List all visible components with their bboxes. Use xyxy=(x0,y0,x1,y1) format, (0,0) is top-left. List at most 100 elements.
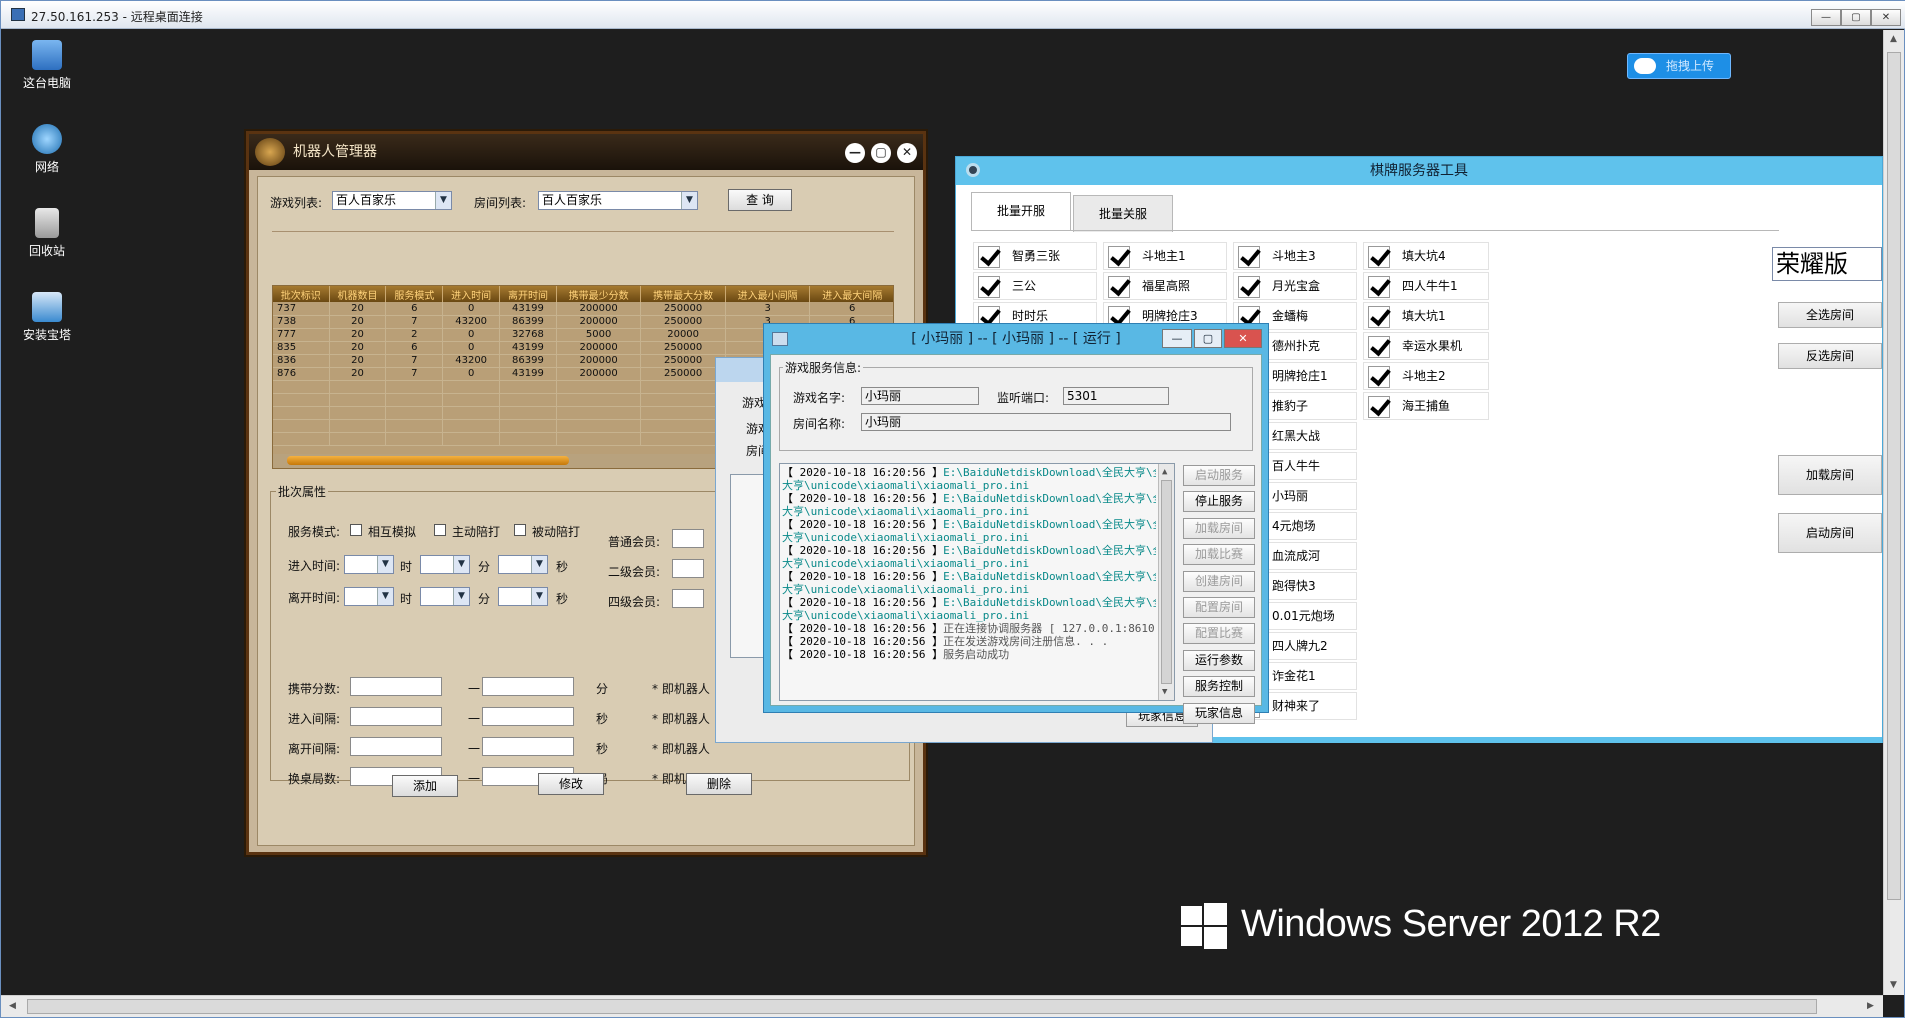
range-max-input[interactable] xyxy=(482,737,574,756)
game-checkbox-item[interactable]: 幸运水果机 xyxy=(1363,332,1489,360)
checkbox-checked-icon[interactable] xyxy=(1368,276,1390,298)
service-button-5[interactable]: 配置房间 xyxy=(1183,597,1255,618)
enter-minute-select[interactable]: ▼ xyxy=(420,555,470,574)
checkbox-checked-icon[interactable] xyxy=(1368,396,1390,418)
load-room-button[interactable]: 加载房间 xyxy=(1778,455,1882,495)
column-header[interactable]: 携带最大分数 xyxy=(640,286,726,302)
checkbox-checked-icon[interactable] xyxy=(978,246,1000,268)
rdp-vertical-scrollbar[interactable]: ▲ ▼ xyxy=(1883,30,1904,995)
minimize-button[interactable]: — xyxy=(1811,9,1841,26)
column-header[interactable]: 进入最小间隔 xyxy=(725,286,811,302)
checkbox-checked-icon[interactable] xyxy=(1108,246,1130,268)
delete-button[interactable]: 删除 xyxy=(686,773,752,795)
range-max-input[interactable] xyxy=(482,677,574,696)
service-button-8[interactable]: 服务控制 xyxy=(1183,676,1255,698)
game-checkbox-item[interactable]: 海王捕鱼 xyxy=(1363,392,1489,420)
column-header[interactable]: 进入时间 xyxy=(442,286,501,302)
checkbox-checked-icon[interactable] xyxy=(1108,276,1130,298)
baidu-upload-button[interactable]: 拖拽上传 xyxy=(1627,53,1731,79)
checkbox-checked-icon[interactable] xyxy=(1238,276,1260,298)
add-button[interactable]: 添加 xyxy=(392,775,458,797)
game-checkbox-item[interactable]: 四人牛牛1 xyxy=(1363,272,1489,300)
version-select[interactable]: 荣耀版 xyxy=(1772,247,1882,281)
rdp-horizontal-scrollbar[interactable]: ◀ ▶ xyxy=(1,995,1883,1017)
service-button-7[interactable]: 运行参数 xyxy=(1183,649,1255,671)
checkbox-checked-icon[interactable] xyxy=(1368,336,1390,358)
range-min-input[interactable] xyxy=(350,707,442,726)
column-header[interactable]: 服务模式 xyxy=(385,286,444,302)
scroll-thumb[interactable] xyxy=(1887,52,1901,900)
invert-select-button[interactable]: 反选房间 xyxy=(1778,343,1882,369)
query-button[interactable]: 查 询 xyxy=(728,189,792,211)
column-header[interactable]: 机器数目 xyxy=(329,286,387,302)
edit-button[interactable]: 修改 xyxy=(538,773,604,795)
service-button-6[interactable]: 配置比赛 xyxy=(1183,623,1255,645)
robot-minimize-button[interactable]: — xyxy=(845,143,865,163)
game-checkbox-item[interactable]: 三公 xyxy=(973,272,1097,300)
game-checkbox-item[interactable]: 智勇三张 xyxy=(973,242,1097,270)
game-checkbox-item[interactable]: 填大坑1 xyxy=(1363,302,1489,330)
checkbox-checked-icon[interactable] xyxy=(1368,306,1390,328)
service-button-2[interactable]: 加载房间 xyxy=(1183,517,1255,539)
checkbox-checked-icon[interactable] xyxy=(1238,246,1260,268)
checkbox-checked-icon[interactable] xyxy=(1368,246,1390,268)
range-min-input[interactable] xyxy=(350,677,442,696)
column-header[interactable]: 批次标识 xyxy=(273,286,330,302)
column-header[interactable]: 离开时间 xyxy=(499,286,557,302)
table-cell: 20 xyxy=(329,367,387,381)
column-header[interactable]: 携带最少分数 xyxy=(556,286,642,302)
leave-second-select[interactable]: ▼ xyxy=(498,587,548,606)
room-name-field[interactable]: 小玛丽 xyxy=(861,413,1231,431)
game-checkbox-item[interactable]: 月光宝盒 xyxy=(1233,272,1357,300)
checkbox-checked-icon[interactable] xyxy=(1368,366,1390,388)
normal-member-input[interactable] xyxy=(672,529,704,548)
dialog-close-button[interactable]: ✕ xyxy=(1224,329,1262,348)
level4-member-input[interactable] xyxy=(672,589,704,608)
range-min-input[interactable] xyxy=(350,737,442,756)
service-button-9[interactable]: 玩家信息 xyxy=(1183,702,1255,724)
range-max-input[interactable] xyxy=(482,707,574,726)
desktop-icon-network[interactable]: 网络 xyxy=(15,124,79,175)
level2-member-input[interactable] xyxy=(672,559,704,578)
desktop-icon-baota[interactable]: 安装宝塔 xyxy=(15,292,79,343)
table-row[interactable]: 737 20 6 0 43199 200000 250000 3 6 xyxy=(273,302,893,316)
log-scrollbar[interactable]: ▲ ▼ xyxy=(1158,464,1174,700)
service-log[interactable]: 【 2020-10-18 16:20:56 】E:\BaiduNetdiskDo… xyxy=(779,463,1175,701)
enter-hour-select[interactable]: ▼ xyxy=(344,555,394,574)
close-button[interactable]: ✕ xyxy=(1871,9,1901,26)
game-checkbox-item[interactable]: 斗地主1 xyxy=(1103,242,1227,270)
dialog-minimize-button[interactable]: — xyxy=(1162,329,1192,348)
column-header[interactable]: 进入最大间隔 xyxy=(809,286,893,302)
port-field[interactable]: 5301 xyxy=(1063,387,1169,405)
mode-checkbox-3[interactable] xyxy=(514,524,526,536)
robot-maximize-button[interactable]: ▢ xyxy=(871,143,891,163)
tab-batch-open[interactable]: 批量开服 xyxy=(971,192,1071,230)
game-checkbox-item[interactable]: 福星高照 xyxy=(1103,272,1227,300)
maximize-button[interactable]: ▢ xyxy=(1841,9,1871,26)
select-all-rooms-button[interactable]: 全选房间 xyxy=(1778,302,1882,328)
tab-batch-close[interactable]: 批量关服 xyxy=(1073,195,1173,232)
scroll-thumb[interactable] xyxy=(27,999,1817,1014)
desktop-icon-recycle-bin[interactable]: 回收站 xyxy=(15,208,79,259)
game-name-field[interactable]: 小玛丽 xyxy=(861,387,979,405)
dialog-maximize-button[interactable]: ▢ xyxy=(1194,329,1222,348)
start-room-button[interactable]: 启动房间 xyxy=(1778,513,1882,553)
game-list-select[interactable]: 百人百家乐 ▼ xyxy=(332,191,452,210)
checkbox-checked-icon[interactable] xyxy=(978,276,1000,298)
mode-checkbox-2[interactable] xyxy=(434,524,446,536)
mode-checkbox-1[interactable] xyxy=(350,524,362,536)
game-checkbox-item[interactable]: 斗地主3 xyxy=(1233,242,1357,270)
service-button-1[interactable]: 停止服务 xyxy=(1183,491,1255,513)
service-button-0[interactable]: 启动服务 xyxy=(1183,465,1255,486)
robot-close-button[interactable]: ✕ xyxy=(897,143,917,163)
desktop-icon-computer[interactable]: 这台电脑 xyxy=(15,40,79,91)
leave-hour-select[interactable]: ▼ xyxy=(344,587,394,606)
enter-second-select[interactable]: ▼ xyxy=(498,555,548,574)
service-button-3[interactable]: 加载比赛 xyxy=(1183,544,1255,566)
game-checkbox-item[interactable]: 斗地主2 xyxy=(1363,362,1489,390)
scroll-thumb[interactable] xyxy=(287,456,569,465)
leave-minute-select[interactable]: ▼ xyxy=(420,587,470,606)
game-checkbox-item[interactable]: 填大坑4 xyxy=(1363,242,1489,270)
room-list-select[interactable]: 百人百家乐 ▼ xyxy=(538,191,698,210)
service-button-4[interactable]: 创建房间 xyxy=(1183,570,1255,592)
